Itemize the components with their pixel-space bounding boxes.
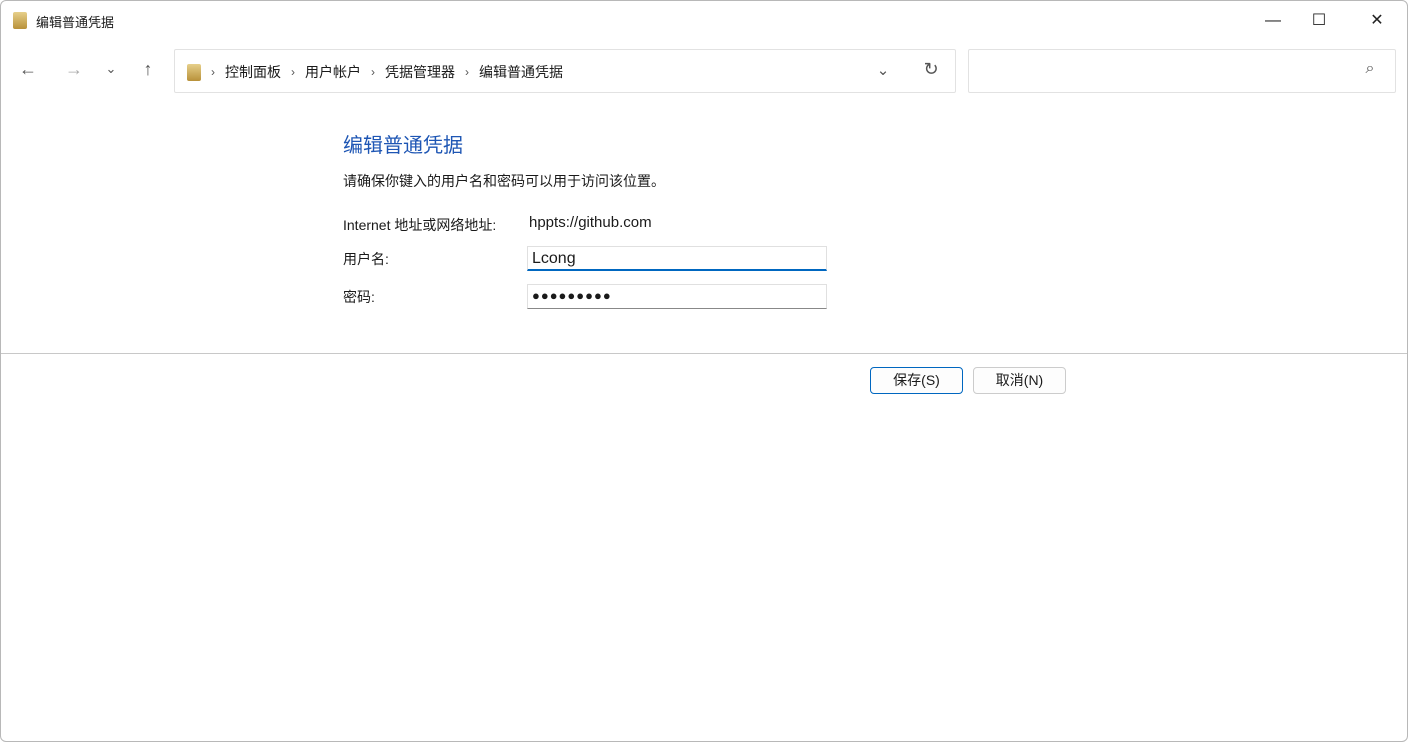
chevron-right-icon: › [465, 65, 469, 79]
window-title: 编辑普通凭据 [36, 15, 115, 30]
back-button[interactable]: ← [16, 59, 40, 80]
refresh-button[interactable]: ↻ [919, 59, 943, 80]
up-button[interactable]: ↑ [136, 59, 160, 80]
recent-locations-button[interactable]: ⌄ [99, 61, 123, 77]
save-button[interactable]: 保存(S) [870, 367, 963, 394]
chevron-right-icon: › [291, 65, 295, 79]
divider [1, 353, 1407, 354]
title-bar: 编辑普通凭据 — ☐ ✕ [1, 1, 1407, 41]
address-dropdown-button[interactable]: ⌄ [871, 61, 895, 79]
maximize-button[interactable]: ☐ [1296, 9, 1342, 33]
credential-manager-icon [187, 63, 201, 81]
breadcrumb-item[interactable]: 控制面板 [225, 62, 281, 82]
password-input[interactable]: ●●●●●●●●● [527, 284, 827, 309]
breadcrumb-item[interactable]: 凭据管理器 [385, 62, 455, 82]
chevron-right-icon: › [371, 65, 375, 79]
breadcrumb-item[interactable]: 用户帐户 [305, 62, 361, 82]
address-label: Internet 地址或网络地址: [343, 217, 497, 233]
breadcrumb: › 控制面板 › 用户帐户 › 凭据管理器 › 编辑普通凭据 [187, 62, 563, 82]
breadcrumb-item[interactable]: 编辑普通凭据 [479, 62, 563, 82]
credential-manager-icon [13, 12, 27, 29]
minimize-button[interactable]: — [1250, 9, 1296, 33]
chevron-right-icon: › [211, 65, 215, 79]
username-input[interactable]: Lcong [527, 246, 827, 271]
search-input[interactable] [968, 49, 1396, 93]
password-label: 密码: [343, 289, 375, 305]
close-button[interactable]: ✕ [1354, 9, 1400, 33]
address-value: hppts://github.com [529, 214, 652, 231]
page-title: 编辑普通凭据 [343, 135, 463, 157]
forward-button[interactable]: → [62, 59, 86, 80]
username-label: 用户名: [343, 251, 389, 267]
cancel-button[interactable]: 取消(N) [973, 367, 1066, 394]
search-icon: ⌕ [1365, 60, 1375, 77]
description: 请确保你键入的用户名和密码可以用于访问该位置。 [343, 173, 665, 189]
